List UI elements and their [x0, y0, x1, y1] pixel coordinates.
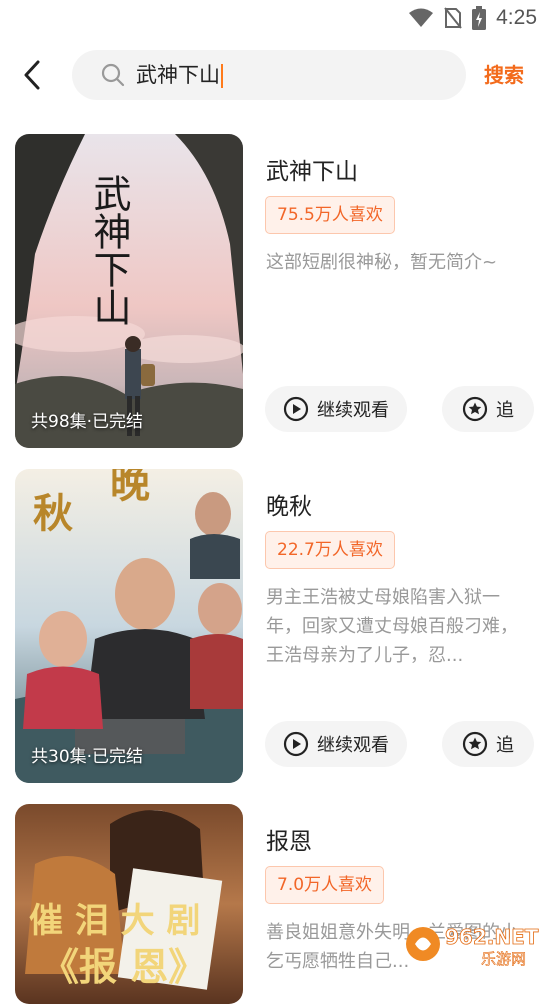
watermark-brand-text: 962.NET — [445, 925, 539, 949]
poster-art: 武神下山 — [15, 134, 243, 448]
poster-art: 催 泪 大 剧 《报 恩》 — [15, 804, 243, 1004]
follow-button[interactable]: 追 — [442, 721, 534, 767]
episode-count-label: 共98集·已完结 — [31, 412, 144, 432]
status-bar: 4:25 — [0, 0, 549, 36]
episode-count-label: 共30集·已完结 — [31, 747, 144, 767]
text-cursor — [221, 64, 223, 88]
watermark-sub-text: 乐游网 — [481, 950, 526, 968]
follow-label: 追 — [496, 400, 514, 421]
search-header: 武神下山 搜索 — [0, 40, 549, 110]
poster-art: 秋 晚 — [15, 469, 243, 783]
likes-badge: 22.7万人喜欢 — [265, 531, 395, 569]
battery-charging-icon — [472, 6, 487, 30]
continue-watching-button[interactable]: 继续观看 — [265, 721, 407, 767]
poster-title-text: 晚 — [110, 469, 150, 507]
result-item[interactable]: 秋 晚 共30集·已完结 晚秋 22.7万人喜欢 男主王浩被丈母娘陷害入狱一年，… — [0, 469, 549, 789]
likes-badge: 7.0万人喜欢 — [265, 866, 385, 904]
search-input[interactable]: 武神下山 — [72, 50, 466, 100]
chevron-left-icon — [24, 60, 40, 90]
drama-intro: 这部短剧很神秘，暂无简介~ — [266, 252, 498, 273]
star-circle-icon — [462, 731, 488, 757]
drama-title[interactable]: 晚秋 — [266, 487, 312, 521]
poster-image[interactable]: 催 泪 大 剧 《报 恩》 — [15, 804, 243, 1004]
result-item[interactable]: 武神下山 共98集·已完结 武神下山 75.5万人喜欢 这部短剧很神秘，暂无简介… — [0, 134, 549, 454]
poster-title-text: 秋 — [33, 490, 73, 537]
continue-watching-button[interactable]: 继续观看 — [265, 386, 407, 432]
follow-button[interactable]: 追 — [442, 386, 534, 432]
poster-image[interactable]: 武神下山 共98集·已完结 — [15, 134, 243, 448]
play-circle-icon — [283, 396, 309, 422]
drama-title[interactable]: 武神下山 — [266, 152, 358, 186]
drama-title[interactable]: 报恩 — [266, 822, 312, 856]
poster-image[interactable]: 秋 晚 共30集·已完结 — [15, 469, 243, 783]
status-time: 4:25 — [496, 6, 537, 29]
no-sim-icon — [444, 7, 462, 29]
back-button[interactable] — [18, 58, 46, 92]
search-query-text: 武神下山 — [136, 63, 220, 87]
poster-title-text: 武神下山 — [87, 174, 131, 326]
site-watermark: 962.NET 乐游网 — [403, 919, 543, 969]
drama-intro: 男主王浩被丈母娘陷害入狱一年，回家又遭丈母娘百般刁难，王浩母亲为了儿子，忍... — [266, 587, 518, 666]
continue-watching-label: 继续观看 — [317, 735, 389, 756]
likes-badge: 75.5万人喜欢 — [265, 196, 395, 234]
poster-title-text: 《报 恩》 — [41, 944, 206, 989]
continue-watching-label: 继续观看 — [317, 400, 389, 421]
search-icon — [101, 63, 125, 87]
play-circle-icon — [283, 731, 309, 757]
follow-label: 追 — [496, 735, 514, 756]
watermark-logo: 962.NET 乐游网 — [406, 925, 539, 968]
wifi-icon — [409, 8, 434, 27]
search-button[interactable]: 搜索 — [484, 59, 524, 88]
star-circle-icon — [462, 396, 488, 422]
poster-title-text: 催 泪 大 剧 — [29, 901, 201, 941]
